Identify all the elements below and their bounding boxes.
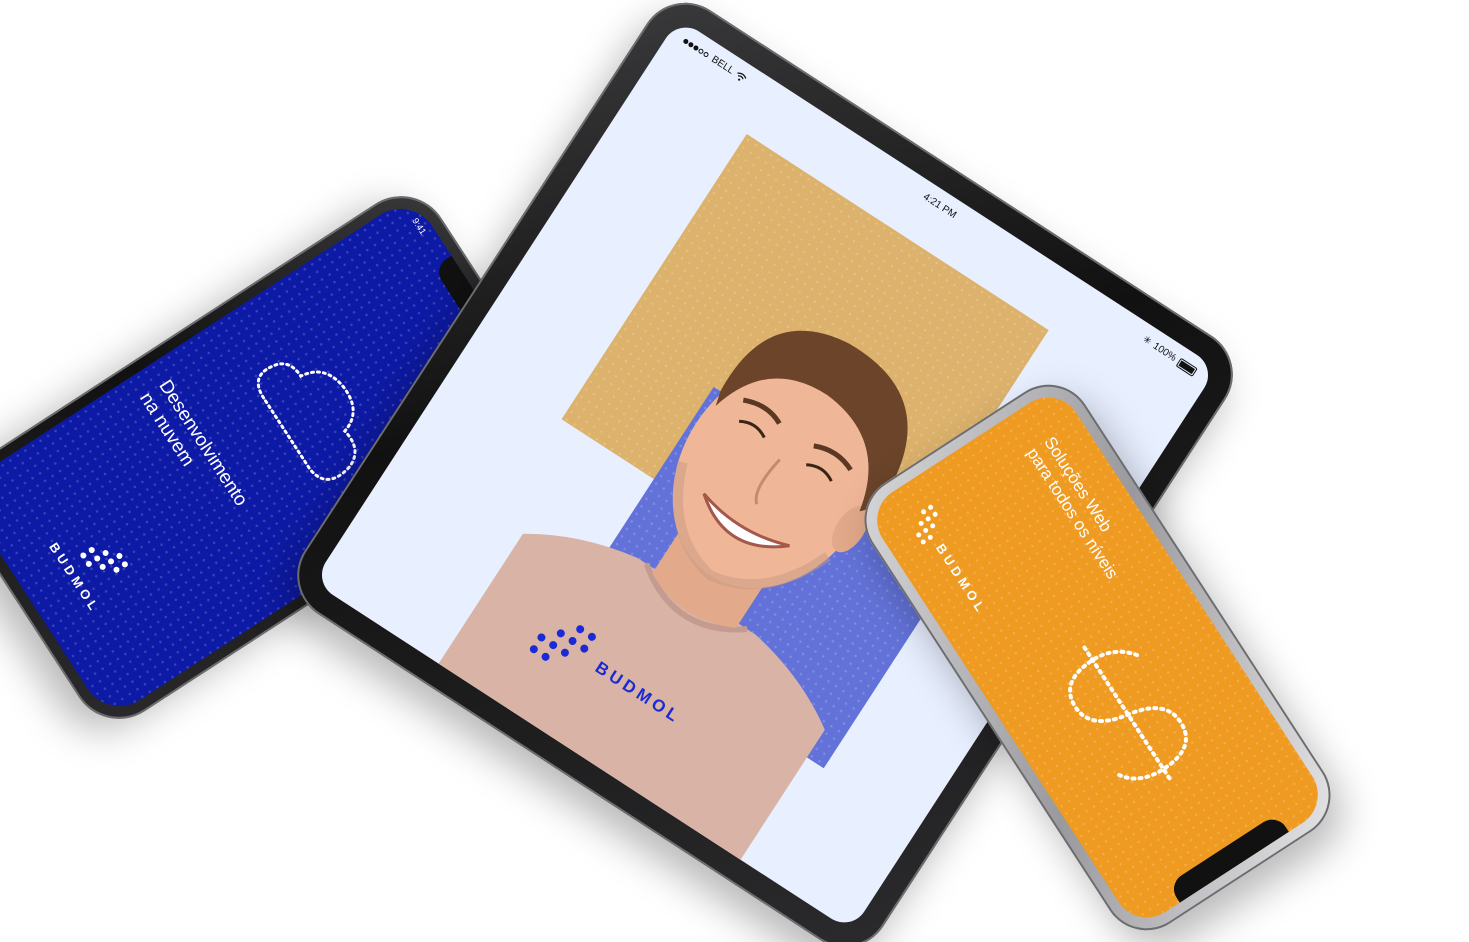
battery-icon [1175,357,1199,377]
signal-icon [681,35,712,61]
right-phone-notch [1167,813,1289,903]
status-battery-text: 100% [1150,340,1179,364]
left-phone-brand: BUDMOL [0,433,195,698]
status-carrier: BELL [709,53,736,77]
status-time: 4:21 PM [920,191,959,221]
wifi-icon [737,72,747,81]
dollar-icon [1068,645,1188,784]
left-phone-time: 9:41 [410,216,429,237]
bluetooth-icon: ✳ [1140,333,1154,348]
device-mockup-scene: 9:41 Desenvolvimento na nuvem BUDMOL BEL… [0,0,1469,942]
right-brand-name: BUDMOL [932,540,990,618]
